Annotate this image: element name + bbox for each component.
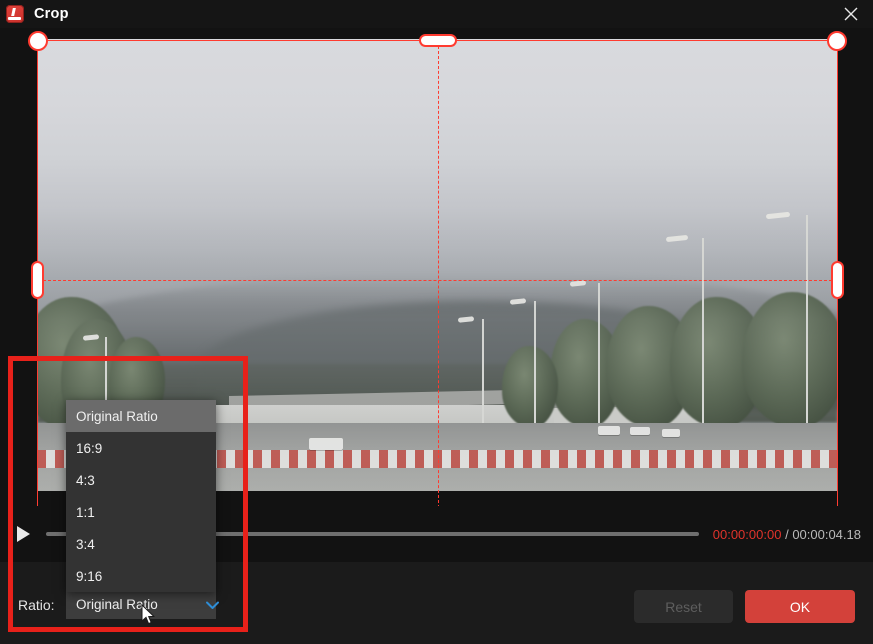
ok-button[interactable]: OK [745,590,855,623]
crop-dialog: Crop 00:00:00:00 / 00:00:04.18 Ratio: Or… [0,0,873,644]
street-lamp [805,215,808,428]
ratio-option-label: 16:9 [76,440,103,456]
ratio-dropdown-menu: Original Ratio 16:9 4:3 1:1 3:4 9:16 [66,400,216,592]
parked-car [629,426,650,435]
ratio-label: Ratio: [18,597,55,613]
play-icon[interactable] [0,506,46,562]
ratio-option-label: Original Ratio [76,408,158,424]
app-logo-icon [6,5,24,23]
total-time: 00:00:04.18 [792,526,861,542]
play-triangle [16,526,30,542]
ratio-option[interactable]: 16:9 [66,432,216,464]
title-bar: Crop [0,0,873,28]
ratio-option-label: 4:3 [76,472,95,488]
parked-car [661,428,680,437]
crop-handle-right[interactable] [831,260,844,299]
ratio-option[interactable]: 9:16 [66,560,216,592]
time-display: 00:00:00:00 / 00:00:04.18 [713,527,861,542]
street-lamp [701,237,704,428]
ratio-option[interactable]: 4:3 [66,464,216,496]
ratio-select[interactable]: Original Ratio [66,590,219,619]
street-lamp [597,283,600,428]
tree [741,292,838,428]
ratio-option-label: 1:1 [76,504,95,520]
ratio-option[interactable]: Original Ratio [66,400,216,432]
street-lamp [481,319,484,428]
ratio-option-label: 3:4 [76,536,95,552]
crop-handle-top-right[interactable] [827,31,847,51]
crop-handle-left[interactable] [31,260,44,299]
ratio-option[interactable]: 3:4 [66,528,216,560]
reset-button[interactable]: Reset [634,590,733,623]
street-lamp [533,301,536,428]
ratio-select-value: Original Ratio [76,597,158,612]
close-icon[interactable] [829,0,873,28]
ratio-option[interactable]: 1:1 [66,496,216,528]
crop-handle-top[interactable] [418,34,457,47]
ratio-option-label: 9:16 [76,568,103,584]
time-separator: / [785,526,789,542]
parked-car [309,438,344,451]
crop-handle-top-left[interactable] [28,31,48,51]
tree [501,346,558,428]
parked-car [597,425,620,435]
current-time: 00:00:00:00 [712,526,782,542]
window-title: Crop [34,6,69,22]
